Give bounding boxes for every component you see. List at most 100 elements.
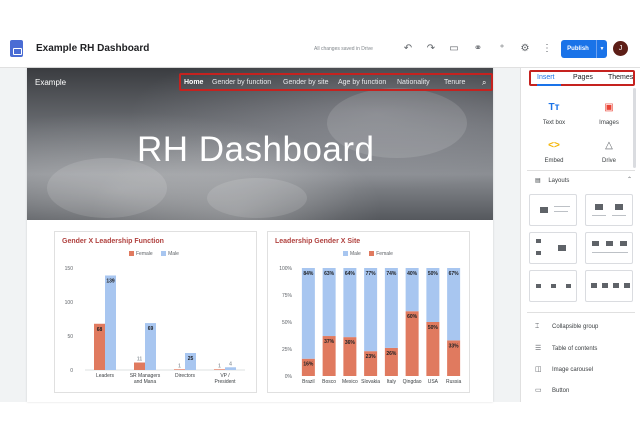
undo-icon[interactable]: ↶ <box>402 43 414 55</box>
search-icon[interactable]: ⌕ <box>482 78 486 88</box>
layout-text-line <box>554 211 568 212</box>
insert-images[interactable]: ▣ Images <box>584 102 634 126</box>
bar-male <box>301 268 315 359</box>
insert-text-box[interactable]: Tт Text box <box>529 102 579 126</box>
list-item-label: Button <box>552 388 570 394</box>
y-tick-label: 25% <box>282 347 293 353</box>
nav-item-nationality[interactable]: Nationality <box>397 79 430 86</box>
table-of-contents-icon: ☰ <box>535 345 542 352</box>
embed-icon: <> <box>548 140 560 151</box>
chart-card-leadership-function[interactable]: Gender X Leadership Function Female Male… <box>54 231 257 393</box>
layouts-header[interactable]: ▤ Layouts <box>535 177 569 184</box>
layouts-label: Layouts <box>548 178 570 184</box>
layout-option-2[interactable] <box>585 194 633 226</box>
data-label: 84% <box>303 271 314 277</box>
list-item-label: Table of contents <box>552 346 598 352</box>
document-title[interactable]: Example RH Dashboard <box>36 43 149 54</box>
collapse-chevron-icon[interactable]: ⌃ <box>627 176 632 183</box>
layout-image-icon <box>540 207 548 213</box>
nav-item-gender-by-function[interactable]: Gender by function <box>212 79 271 86</box>
layout-text-line <box>592 215 606 216</box>
panel-scrollbar[interactable] <box>633 88 636 168</box>
collapsible-group-icon: ⌶ <box>535 323 540 330</box>
google-sites-editor: Example RH Dashboard All changes saved i… <box>0 0 640 440</box>
list-item-label: Image carousel <box>552 367 594 373</box>
share-icon[interactable]: ⁺ <box>496 43 508 55</box>
x-tick-label: President <box>214 379 236 385</box>
layout-option-1[interactable] <box>529 194 577 226</box>
site-name[interactable]: Example <box>35 78 66 87</box>
publish-button[interactable]: Publish ▼ <box>561 40 607 58</box>
nav-item-gender-by-site[interactable]: Gender by site <box>283 79 329 86</box>
y-tick-label: 0 <box>70 368 73 374</box>
layout-option-5[interactable] <box>529 270 577 302</box>
insert-table-of-contents[interactable]: ☰ Table of contents <box>535 344 597 352</box>
data-label: 25 <box>188 356 194 362</box>
insert-embed[interactable]: <> Embed <box>529 140 579 164</box>
section-divider <box>527 312 635 313</box>
hero-banner[interactable]: Example Home Gender by function Gender b… <box>27 68 493 220</box>
layout-option-4[interactable] <box>585 232 633 264</box>
nav-item-home[interactable]: Home <box>184 79 203 86</box>
layout-image-icon <box>620 241 627 246</box>
y-tick-label: 100 <box>65 300 74 306</box>
layout-image-icon <box>536 284 541 288</box>
chart-card-gender-by-site[interactable]: Leadership Gender X Site Male Female 0% 2… <box>267 231 470 393</box>
x-tick-label: Italy <box>387 379 397 385</box>
data-label: 69 <box>148 326 154 332</box>
bar-male <box>384 268 398 348</box>
insert-item-label: Drive <box>601 158 616 164</box>
layout-image-icon <box>613 283 619 288</box>
active-tab-indicator <box>537 84 561 86</box>
nav-item-age-by-function[interactable]: Age by function <box>338 79 386 86</box>
bar-male <box>364 268 378 352</box>
layout-image-icon <box>606 241 613 246</box>
insert-collapsible-group[interactable]: ⌶ Collapsible group <box>535 323 598 331</box>
tab-insert[interactable]: Insert <box>537 74 555 81</box>
nav-item-tenure[interactable]: Tenure <box>444 79 465 86</box>
layout-text-line <box>592 252 628 253</box>
data-label: 68 <box>97 327 103 333</box>
site-navigation: Home Gender by function Gender by site A… <box>179 73 493 91</box>
bar-female <box>214 369 225 370</box>
drive-icon: △ <box>605 140 613 151</box>
layout-option-3[interactable] <box>529 232 577 264</box>
layout-image-icon <box>592 241 599 246</box>
account-avatar[interactable]: J <box>613 41 628 56</box>
insert-drive[interactable]: △ Drive <box>584 140 634 164</box>
save-status: All changes saved in Drive <box>314 46 373 52</box>
x-tick-label: Brazil <box>302 379 315 385</box>
link-icon[interactable]: ⚭ <box>472 43 484 55</box>
data-label: 60% <box>407 314 418 320</box>
chevron-down-icon[interactable]: ▼ <box>596 40 607 58</box>
redo-icon[interactable]: ↷ <box>425 43 437 55</box>
sites-logo-icon[interactable] <box>10 40 23 57</box>
y-tick-label: 50% <box>282 320 293 326</box>
more-options-icon[interactable]: ⋮ <box>541 43 553 55</box>
data-label: 1 <box>178 363 181 369</box>
device-preview-icon[interactable]: ▭ <box>448 43 460 55</box>
insert-item-label: Text box <box>542 120 566 126</box>
settings-gear-icon[interactable]: ⚙ <box>519 43 531 55</box>
x-tick-label: USA <box>428 379 439 385</box>
hero-title[interactable]: RH Dashboard <box>137 130 375 170</box>
tab-pages[interactable]: Pages <box>573 74 593 81</box>
x-tick-label: Bosco <box>322 379 336 385</box>
section-divider <box>527 170 635 171</box>
layout-image-icon <box>615 204 623 210</box>
site-page: Example Home Gender by function Gender b… <box>27 68 493 402</box>
y-tick-label: 0% <box>285 374 293 380</box>
editor-toolbar: Example RH Dashboard All changes saved i… <box>0 30 640 68</box>
tab-themes[interactable]: Themes <box>608 74 633 81</box>
button-icon: ▭ <box>535 387 542 394</box>
x-tick-label: Mexico <box>342 379 358 385</box>
layout-option-6[interactable] <box>585 270 633 302</box>
layout-image-icon <box>536 251 541 255</box>
stacked-bar-chart: 0% 25% 50% 75% 100% 84% 16% Brazil 63% 37% Bosco 64… <box>279 266 461 385</box>
insert-image-carousel[interactable]: ◫ Image carousel <box>535 365 593 373</box>
layout-image-icon <box>551 284 556 288</box>
bar-female <box>174 369 185 370</box>
insert-button[interactable]: ▭ Button <box>535 386 569 394</box>
layout-image-icon <box>624 283 630 288</box>
data-label: 1 <box>218 363 221 369</box>
